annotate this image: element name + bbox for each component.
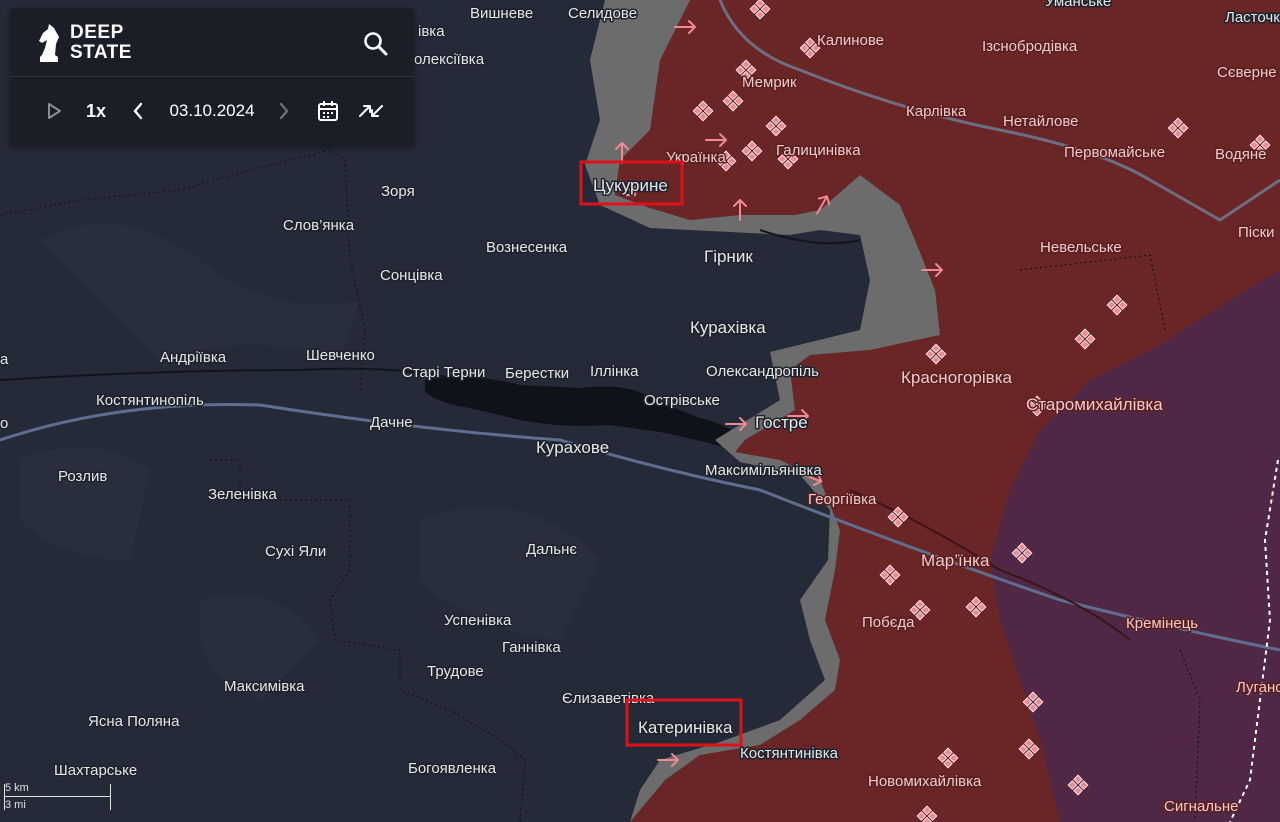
label-kreminets: Кремінець — [1126, 615, 1198, 632]
label-kostiantynivka: Костянтинівка — [740, 745, 839, 762]
label-siverne: Сєверне — [1217, 64, 1277, 81]
label-staromykhailivka: Старомихайлівка — [1026, 395, 1163, 414]
label-tsukuryne: Цукурине — [593, 176, 668, 195]
label-dalne: Дальнє — [526, 541, 577, 558]
search-button[interactable] — [362, 30, 390, 58]
label-edge-a: а — [0, 351, 9, 368]
label-yasnobrodivka: Ізснобродівка — [982, 38, 1078, 55]
label-hostre: Гостре — [755, 413, 808, 432]
label-starterny: Старі Терни — [402, 364, 485, 381]
label-dachne: Дачне — [370, 414, 413, 431]
label-ostrivske: Острівське — [644, 392, 720, 409]
map-scale: 5 km 3 mi — [4, 782, 112, 812]
label-nevelske: Невельське — [1040, 239, 1122, 256]
label-bohoiavlenka: Богоявленка — [408, 760, 497, 777]
brand-name: DEEP STATE — [70, 22, 132, 63]
chevron-left-icon — [133, 102, 143, 120]
label-zoria: Зоря — [381, 183, 415, 200]
label-pobieda: Побєда — [862, 614, 915, 631]
label-hannivka: Ганнівка — [502, 639, 561, 656]
search-icon — [364, 32, 388, 56]
label-edge-o: о — [0, 415, 8, 432]
label-viska: івка — [418, 23, 445, 40]
label-sontsivka: Сонцівка — [380, 267, 443, 284]
label-lastochk: Ласточк — [1225, 9, 1280, 26]
panel-divider — [10, 76, 414, 77]
label-pervomaiske: Первомайське — [1064, 144, 1165, 161]
label-illinka: Іллінка — [590, 363, 639, 380]
label-kateryniivka: Катеринівка — [638, 718, 733, 737]
label-piski: Піски — [1238, 224, 1275, 241]
label-shakhtarske: Шахтарське — [54, 762, 137, 779]
label-kurakhove: Курахове — [536, 438, 609, 457]
label-selydove: Селидове — [568, 5, 637, 22]
label-heorhiivka: Георгіївка — [808, 491, 877, 508]
label-hirnyk: Гірник — [704, 247, 753, 266]
label-halytsynivka: Галицинівка — [776, 142, 861, 159]
play-icon — [48, 103, 61, 119]
compare-arrows-icon — [359, 105, 383, 117]
label-kostiantynopil: Костянтинопіль — [96, 392, 204, 409]
scale-mi: 3 mi — [5, 799, 26, 811]
label-netailove: Нетайлове — [1003, 113, 1079, 130]
label-slovianka: Слов’янка — [283, 217, 355, 234]
label-memryk: Мемрик — [742, 74, 797, 91]
label-andriivka: Андріївка — [160, 349, 227, 366]
current-date[interactable]: 03.10.2024 — [160, 96, 264, 126]
label-voznesenka: Вознесенка — [486, 239, 568, 256]
control-panel: DEEP STATE 1x 03.10.2024 — [10, 8, 414, 146]
label-marinka: Мар’їнка — [921, 551, 990, 570]
label-syhnalne: Сигнальне — [1164, 798, 1239, 815]
label-shevchenko: Шевченко — [306, 347, 375, 364]
brand-logo[interactable]: DEEP STATE — [36, 22, 150, 64]
label-oleksandropil: Олександропіль — [706, 363, 819, 380]
label-sukhi-yaly: Сухі Яли — [265, 543, 326, 560]
prev-date-button[interactable] — [128, 96, 148, 126]
next-date-button[interactable] — [274, 96, 294, 126]
label-maksymivka: Максимівка — [224, 678, 305, 695]
label-uspenivka: Успенівка — [444, 612, 512, 629]
label-rozlyv: Розлив — [58, 468, 107, 485]
label-trudove: Трудове — [427, 663, 484, 680]
compare-button[interactable] — [356, 96, 386, 126]
label-luhanske: Луганс — [1236, 679, 1280, 696]
label-berestky: Берестки — [505, 365, 569, 382]
calendar-button[interactable] — [314, 96, 342, 126]
play-button[interactable] — [42, 96, 66, 126]
knight-logo-icon — [39, 24, 59, 62]
label-kurakhivka: Курахівка — [690, 318, 766, 337]
chevron-right-icon — [279, 102, 289, 120]
label-krasnohorivka: Красногорівка — [901, 368, 1013, 387]
label-maksymilianivka: Максимільянівка — [705, 462, 822, 479]
speed-button[interactable]: 1x — [80, 96, 112, 126]
label-novomykhailivka: Новомихайлівка — [868, 773, 982, 790]
label-kalynove: Калинове — [817, 32, 884, 49]
label-karlivka: Карлівка — [906, 103, 967, 120]
scale-km: 5 km — [5, 782, 29, 794]
label-umanske: Уманське — [1045, 0, 1111, 10]
label-vodiane: Водяне — [1215, 146, 1267, 163]
label-zelenivka: Зеленівка — [208, 486, 277, 503]
calendar-icon — [318, 101, 338, 121]
label-yasna-poliana: Ясна Поляна — [88, 713, 180, 730]
label-vyshneve: Вишневе — [470, 5, 533, 22]
label-oleksiivka: олексіївка — [414, 51, 485, 68]
